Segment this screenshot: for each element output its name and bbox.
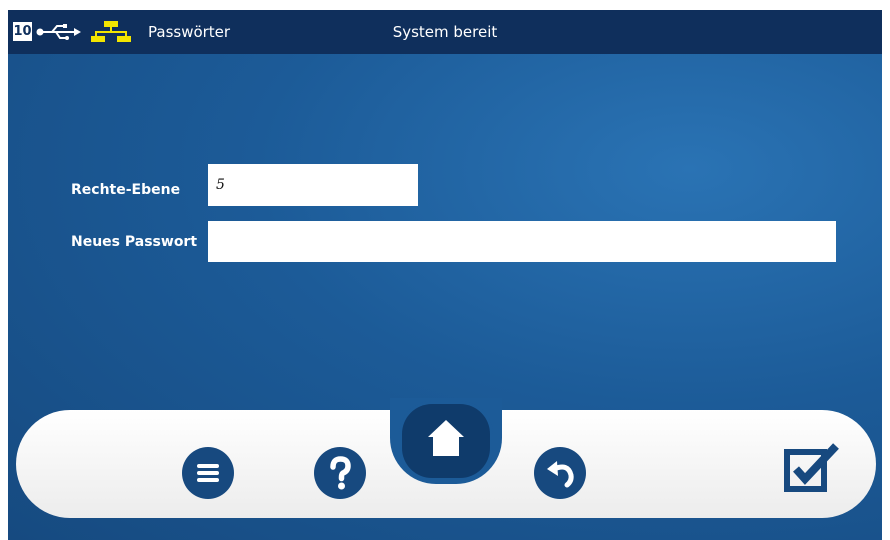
checkbox-check-icon	[784, 442, 842, 492]
menu-button[interactable]	[182, 447, 234, 499]
confirm-button[interactable]	[784, 442, 842, 492]
home-button[interactable]	[402, 404, 490, 478]
back-button[interactable]	[534, 447, 586, 499]
new-password-label: Neues Passwort	[71, 234, 198, 250]
help-icon	[314, 447, 366, 499]
help-button[interactable]	[314, 447, 366, 499]
undo-icon	[534, 447, 586, 499]
system-status: System bereit	[392, 23, 498, 41]
home-icon	[402, 404, 490, 478]
menu-icon	[182, 447, 234, 499]
new-password-field[interactable]	[208, 221, 836, 262]
rights-level-label: Rechte-Ebene	[71, 182, 181, 198]
rights-level-field[interactable]	[208, 164, 418, 206]
top-status-bar: 10 Passwörter System bereit	[8, 10, 882, 54]
